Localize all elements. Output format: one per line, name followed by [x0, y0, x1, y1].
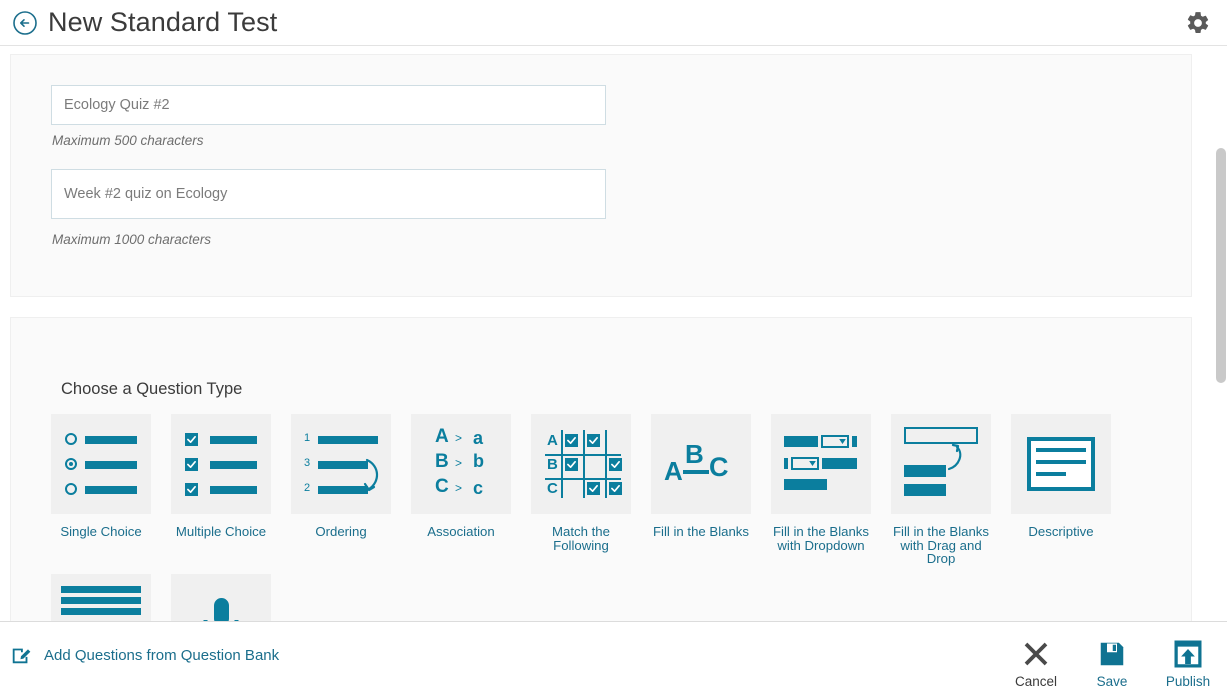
abc-letter: A: [664, 456, 683, 486]
association-left: C: [435, 476, 449, 497]
publish-button[interactable]: Publish: [1161, 636, 1215, 689]
ordering-number: 3: [304, 457, 311, 469]
association-op: >: [455, 481, 463, 495]
passage-radio-icon: [51, 573, 151, 621]
save-button[interactable]: Save: [1085, 636, 1139, 689]
page-title: New Standard Test: [48, 7, 278, 37]
drag-drop-blanks-icon: [891, 414, 991, 514]
match-grid-icon: A B C: [531, 414, 631, 514]
floppy-disk-icon: [1085, 636, 1139, 672]
question-type-label: Association: [427, 524, 495, 539]
publish-label: Publish: [1165, 674, 1211, 689]
test-description-helper: Maximum 1000 characters: [52, 232, 212, 247]
close-x-icon: [1009, 636, 1063, 672]
question-type-fill-blanks-drag-drop[interactable]: Fill in the Blanks with Drag and Drop: [891, 414, 1011, 566]
footer-actions: Cancel Save Publish: [1009, 636, 1215, 689]
question-type-label: Ordering: [315, 524, 367, 539]
question-type-single-choice[interactable]: Single Choice: [51, 414, 171, 566]
association-left: B: [435, 451, 449, 472]
match-row-label: B: [547, 456, 558, 473]
question-type-descriptive[interactable]: Descriptive: [1011, 414, 1131, 566]
scrollable-content: Ecology Quiz #2 Maximum 500 characters W…: [0, 46, 1227, 621]
question-type-ordering[interactable]: 1 3 2 Ordering: [291, 414, 411, 566]
question-type-fill-blanks[interactable]: A B C Fill in the Blanks: [651, 414, 771, 566]
question-type-label: Fill in the Blanks with Dropdown: [772, 524, 869, 553]
abc-underline-icon: A B C: [651, 414, 751, 514]
test-description-input[interactable]: Week #2 quiz on Ecology: [51, 169, 606, 219]
question-type-grid: Single Choice Multiple Choice 1 3 2 Orde…: [51, 414, 1181, 621]
cancel-label: Cancel: [1014, 674, 1058, 689]
ordered-list-arrow-icon: 1 3 2: [291, 414, 391, 514]
question-type-multiple-choice[interactable]: Multiple Choice: [171, 414, 291, 566]
save-label: Save: [1096, 674, 1128, 689]
content-scrollbar[interactable]: [1215, 92, 1227, 621]
scrollbar-thumb[interactable]: [1216, 148, 1226, 383]
question-type-label: Fill in the Blanks: [652, 524, 749, 539]
question-type-fill-blanks-dropdown[interactable]: Fill in the Blanks with Dropdown: [771, 414, 891, 566]
association-right: c: [473, 478, 484, 498]
ordering-number: 1: [304, 432, 311, 444]
back-button[interactable]: [12, 10, 38, 36]
test-info-panel: Ecology Quiz #2 Maximum 500 characters W…: [10, 54, 1192, 297]
abc-letter: C: [709, 452, 729, 482]
question-type-label: Fill in the Blanks with Drag and Drop: [892, 524, 989, 566]
association-op: >: [455, 431, 463, 445]
cancel-button[interactable]: Cancel: [1009, 636, 1063, 689]
question-type-label: Descriptive: [1028, 524, 1094, 539]
question-type-passage[interactable]: [51, 573, 171, 621]
curved-arrow-icon: [947, 444, 962, 471]
ordering-number: 2: [304, 482, 311, 494]
checkbox-list-icon: [171, 414, 271, 514]
add-questions-from-bank-button[interactable]: Add Questions from Question Bank: [10, 644, 279, 666]
settings-button[interactable]: [1185, 10, 1211, 36]
arrow-left-circle-icon: [13, 10, 37, 35]
publish-upload-icon: [1161, 636, 1215, 672]
radio-list-icon: [51, 414, 151, 514]
question-types-heading: Choose a Question Type: [61, 380, 243, 398]
microphone-icon: [171, 573, 271, 621]
question-type-audio[interactable]: [171, 573, 291, 621]
add-questions-from-bank-label: Add Questions from Question Bank: [44, 646, 280, 664]
match-row-label: C: [547, 480, 558, 497]
association-left: A: [435, 426, 449, 447]
gear-icon: [1187, 12, 1209, 33]
letter-pairs-icon: A > a B > b C > c: [411, 414, 511, 514]
footer-bar: Add Questions from Question Bank Cancel …: [0, 621, 1227, 697]
curved-arrow-icon: [363, 458, 379, 492]
app-header: New Standard Test: [0, 0, 1227, 46]
question-type-label: Multiple Choice: [175, 524, 267, 539]
question-type-label: Match the Following: [552, 524, 610, 553]
question-type-match-following[interactable]: A B C Match the Following: [531, 414, 651, 566]
paragraph-box-icon: [1011, 414, 1111, 514]
test-title-input[interactable]: Ecology Quiz #2: [51, 85, 606, 125]
association-right: b: [473, 451, 484, 471]
test-title-helper: Maximum 500 characters: [52, 133, 204, 148]
association-right: a: [473, 428, 484, 448]
match-row-label: A: [547, 432, 558, 449]
abc-letter: B: [685, 439, 704, 469]
question-type-label: Single Choice: [60, 524, 142, 539]
edit-square-icon: [12, 648, 31, 664]
dropdown-blanks-icon: [771, 414, 871, 514]
question-types-panel: Choose a Question Type Single Choice Mul…: [10, 317, 1192, 621]
question-type-association[interactable]: A > a B > b C > c Association: [411, 414, 531, 566]
association-op: >: [455, 456, 463, 470]
